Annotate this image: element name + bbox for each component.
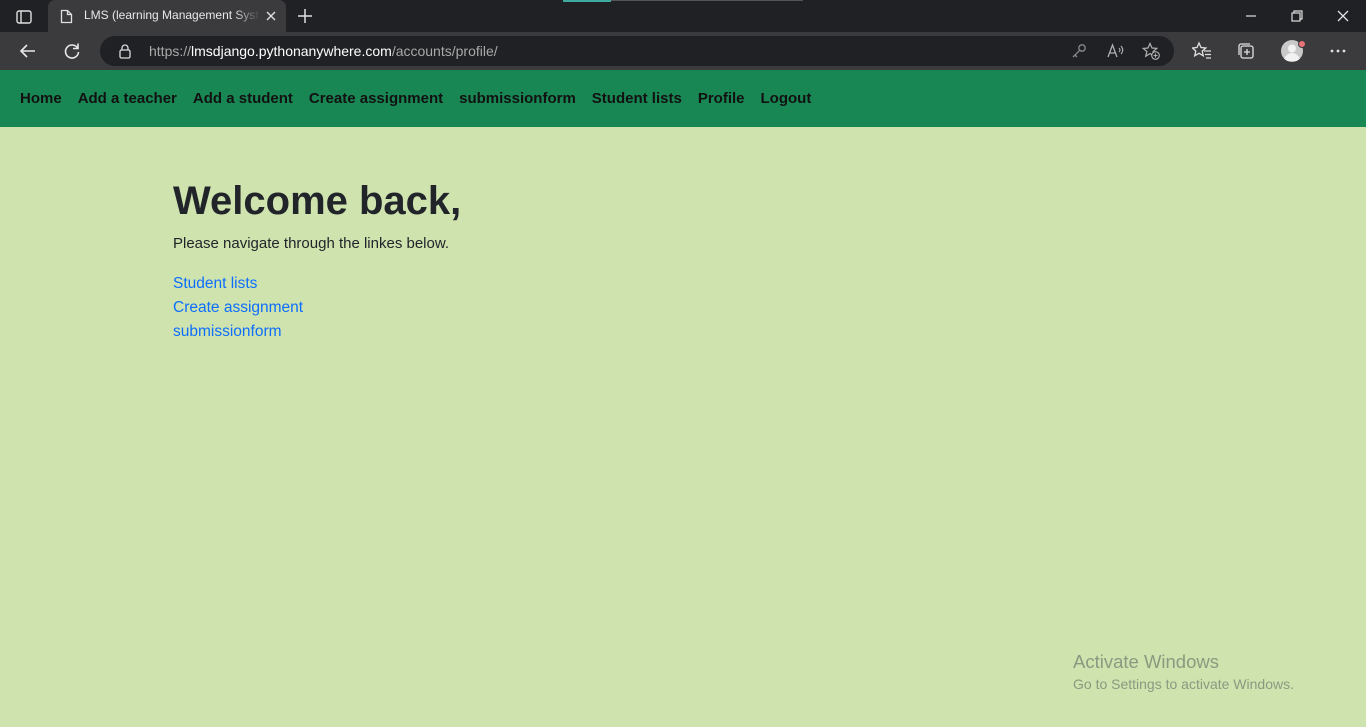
- address-bar[interactable]: https://lmsdjango.pythonanywhere.com/acc…: [100, 36, 1174, 66]
- read-aloud-icon[interactable]: [1106, 42, 1124, 60]
- nav-link-add-teacher[interactable]: Add a teacher: [70, 90, 185, 107]
- url-path: /accounts/profile/: [391, 43, 498, 59]
- watermark-subtitle: Go to Settings to activate Windows.: [1073, 676, 1294, 692]
- url-scheme: https://: [149, 43, 192, 59]
- window-close-icon[interactable]: [1335, 8, 1351, 24]
- nav-link-logout[interactable]: Logout: [753, 90, 820, 107]
- url-host: lmsdjango.pythonanywhere.com: [191, 43, 392, 59]
- plus-icon[interactable]: [296, 7, 314, 25]
- nav-link-submissionform[interactable]: submissionform: [451, 90, 584, 107]
- favorites-icon[interactable]: [1191, 41, 1212, 61]
- link-create-assignment[interactable]: Create assignment: [173, 296, 873, 320]
- site-navbar: Home Add a teacher Add a student Create …: [0, 70, 1366, 127]
- page-title: Welcome back,: [173, 179, 462, 223]
- close-icon[interactable]: [264, 9, 278, 23]
- watermark-title: Activate Windows: [1073, 651, 1219, 672]
- page-subtitle: Please navigate through the linkes below…: [173, 235, 450, 252]
- tab-title: LMS (learning Management System): [84, 8, 260, 22]
- nav-link-add-student[interactable]: Add a student: [185, 90, 301, 107]
- nav-link-profile[interactable]: Profile: [690, 90, 753, 107]
- link-student-lists[interactable]: Student lists: [173, 272, 873, 296]
- quick-links: Student lists Create assignment submissi…: [173, 272, 873, 344]
- browser-toolbar: https://lmsdjango.pythonanywhere.com/acc…: [0, 32, 1366, 70]
- browser-tab[interactable]: LMS (learning Management System): [48, 0, 286, 32]
- nav-link-create-assignment[interactable]: Create assignment: [301, 90, 451, 107]
- nav-link-student-lists[interactable]: Student lists: [584, 90, 690, 107]
- back-arrow-icon[interactable]: [18, 41, 38, 61]
- lock-icon[interactable]: [118, 43, 132, 59]
- document-icon: [60, 9, 73, 24]
- tab-bar-line: [611, 0, 803, 1]
- minimize-icon[interactable]: [1243, 8, 1259, 24]
- tab-bar-accent: [563, 0, 611, 2]
- add-favorite-icon[interactable]: [1141, 42, 1160, 60]
- url-text[interactable]: https://lmsdjango.pythonanywhere.com/acc…: [149, 43, 498, 59]
- more-icon[interactable]: [1328, 41, 1348, 61]
- restore-icon[interactable]: [1289, 8, 1305, 24]
- browser-tab-bar: LMS (learning Management System): [0, 0, 1366, 32]
- activate-windows-watermark: Activate Windows Go to Settings to activ…: [1073, 650, 1294, 694]
- profile-notification-dot: [1298, 40, 1306, 48]
- key-icon[interactable]: [1070, 42, 1088, 60]
- collections-icon[interactable]: [1236, 41, 1256, 61]
- link-submissionform[interactable]: submissionform: [173, 320, 873, 344]
- tab-actions-icon[interactable]: [10, 6, 38, 28]
- refresh-icon[interactable]: [62, 41, 82, 61]
- nav-link-home[interactable]: Home: [12, 90, 70, 107]
- main-content: Welcome back, Please navigate through th…: [173, 178, 873, 344]
